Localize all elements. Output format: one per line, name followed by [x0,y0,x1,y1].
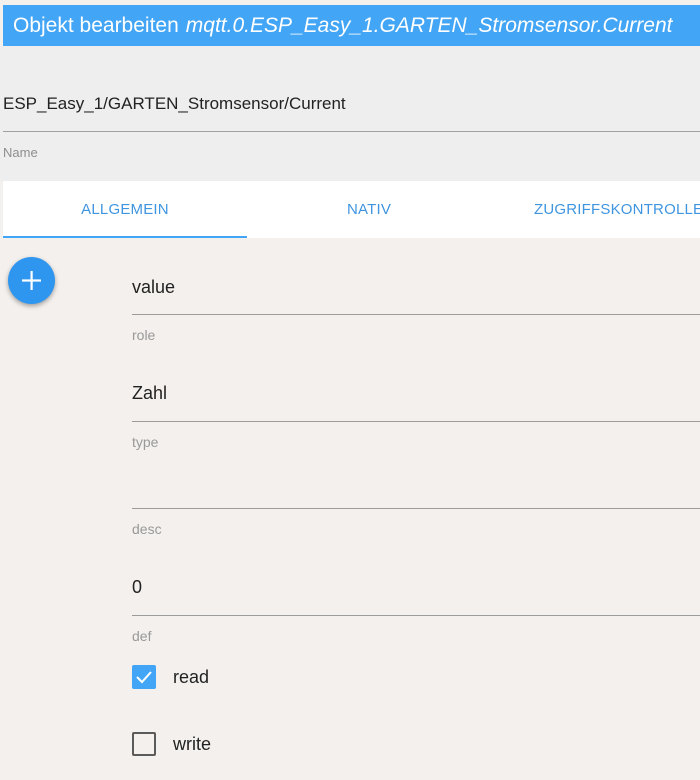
object-id: mqtt.0.ESP_Easy_1.GARTEN_Stromsensor.Cur… [185,13,673,37]
type-underline [132,421,700,422]
tab-bar: ALLGEMEIN NATIV ZUGRIFFSKONTROLLE [3,181,700,238]
type-input[interactable]: Zahl [132,383,167,404]
type-label: type [132,434,159,450]
type-field: Zahl type [132,377,700,457]
role-underline [132,314,700,315]
def-input[interactable]: 0 [132,577,142,598]
tab-zugriffskontrolle[interactable]: ZUGRIFFSKONTROLLE [491,181,700,238]
dialog-title: Objekt bearbeiten [13,13,179,37]
desc-label: desc [132,521,162,537]
def-field: 0 def [132,571,700,651]
name-section: ESP_Easy_1/GARTEN_Stromsensor/Current Na… [0,46,700,181]
read-checkbox-row[interactable]: read [132,664,209,690]
add-button[interactable] [8,257,55,304]
checkmark-icon [136,671,152,684]
role-label: role [132,327,156,343]
read-label: read [173,666,210,687]
active-tab-indicator [3,236,247,238]
def-label: def [132,628,152,644]
dialog-header: Objekt bearbeiten mqtt.0.ESP_Easy_1.GART… [3,5,700,46]
def-underline [132,615,700,616]
desc-field: desc [132,470,700,550]
name-input-underline [3,131,700,132]
tab-allgemein[interactable]: ALLGEMEIN [3,181,247,238]
role-input[interactable]: value [132,277,175,298]
name-input[interactable]: ESP_Easy_1/GARTEN_Stromsensor/Current [3,94,346,114]
name-label: Name [3,145,38,160]
tab-nativ[interactable]: NATIV [247,181,491,238]
role-field: value role [132,270,700,350]
plus-icon [22,271,41,290]
write-label: write [173,733,212,754]
write-checkbox[interactable] [132,732,156,756]
read-checkbox[interactable] [132,665,156,689]
write-checkbox-row[interactable]: write [132,731,211,757]
desc-underline [132,508,700,509]
